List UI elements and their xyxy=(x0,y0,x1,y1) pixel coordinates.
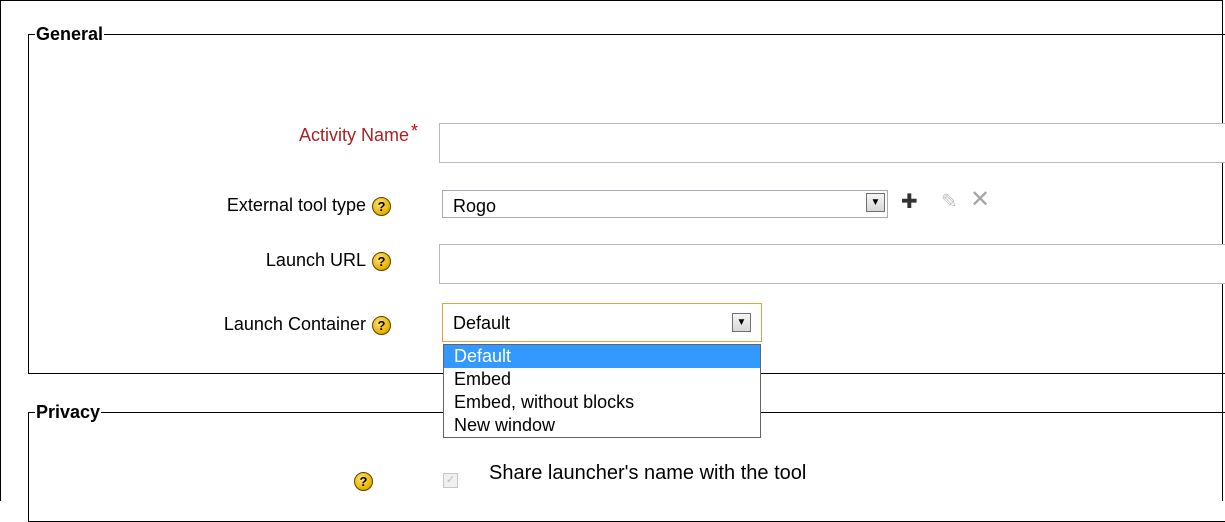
option-default[interactable]: Default xyxy=(444,345,760,368)
privacy-legend: Privacy xyxy=(36,402,101,422)
activity-name-label: Activity Name * xyxy=(298,121,418,145)
option-new-window[interactable]: New window xyxy=(444,414,760,437)
help-icon[interactable]: ? xyxy=(372,196,391,216)
help-icon[interactable]: ? xyxy=(372,315,391,335)
chevron-down-icon[interactable]: ▼ xyxy=(866,193,885,212)
help-icon[interactable]: ? xyxy=(372,251,391,271)
share-name-checkbox[interactable]: ✓ xyxy=(443,473,458,488)
activity-name-input[interactable] xyxy=(439,123,1225,163)
launch-url-input[interactable] xyxy=(439,244,1225,284)
launch-container-options[interactable]: Default Embed Embed, without blocks New … xyxy=(443,344,761,438)
launch-container-select[interactable]: Default ▼ xyxy=(442,303,762,342)
general-legend: General xyxy=(36,24,104,44)
launch-url-label: Launch URL? xyxy=(100,250,391,271)
required-icon: * xyxy=(410,121,418,141)
tool-type-label: External tool type? xyxy=(100,195,391,216)
edit-icon: ✎ xyxy=(941,191,958,213)
add-icon[interactable]: ✚ xyxy=(901,192,918,212)
option-embed-without-blocks[interactable]: Embed, without blocks xyxy=(444,391,760,414)
chevron-down-icon[interactable]: ▼ xyxy=(732,313,751,332)
share-name-label: Share launcher's name with the tool xyxy=(489,462,807,484)
launch-container-label: Launch Container? xyxy=(100,314,391,335)
help-icon[interactable]: ? xyxy=(354,472,373,491)
option-embed[interactable]: Embed xyxy=(444,368,760,391)
tool-type-select[interactable]: Rogo ▼ xyxy=(442,190,888,218)
delete-icon: ✕ xyxy=(970,186,991,213)
